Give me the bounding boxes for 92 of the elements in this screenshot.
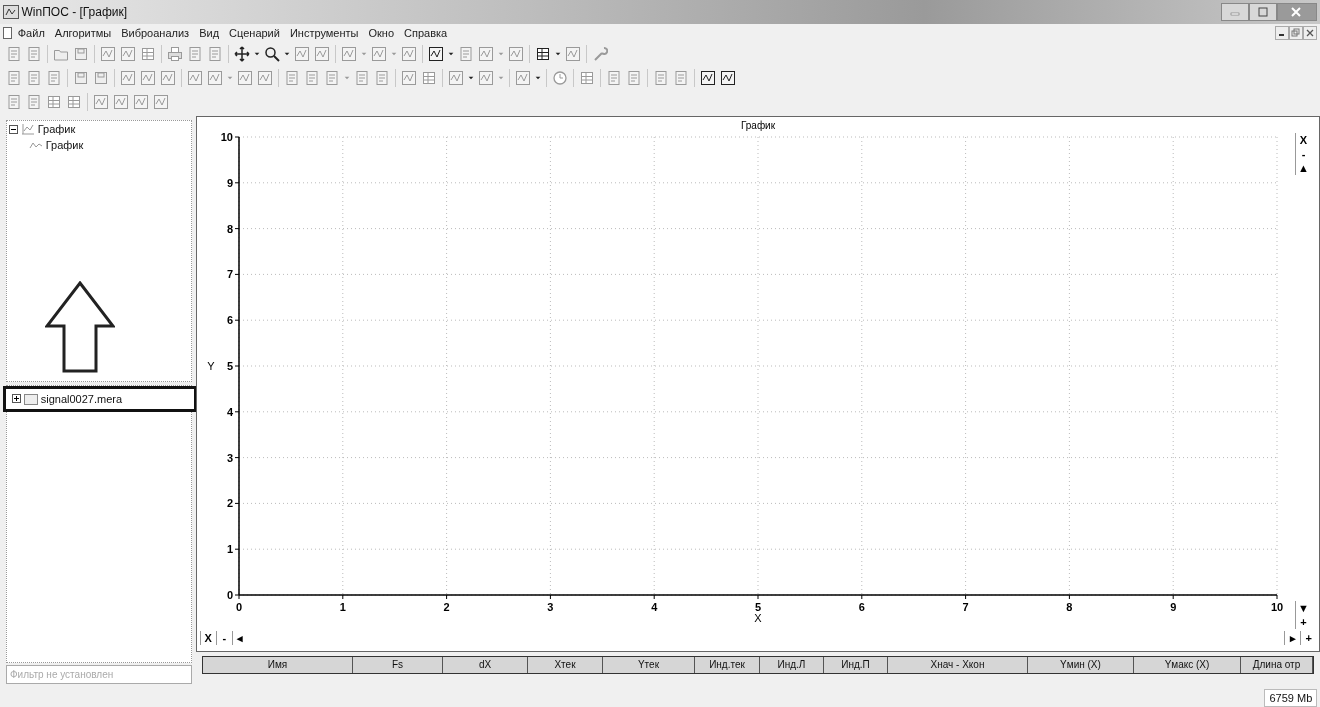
chart-title: График	[740, 120, 776, 131]
y-tick-label: 10	[220, 131, 233, 143]
x-tick-label: 1	[339, 601, 346, 613]
filter-field[interactable]: Фильтр не установлен	[6, 665, 192, 685]
document-icon[interactable]	[304, 70, 320, 86]
x-tick-label: 4	[651, 601, 658, 613]
x-tick-label: 0	[235, 601, 243, 613]
expand-icon[interactable]	[12, 394, 21, 404]
menu-item[interactable]: Алгоритмы	[49, 25, 117, 41]
y-axis-label: Y	[207, 360, 215, 372]
zoom-icon[interactable]	[264, 46, 280, 62]
document-icon[interactable]	[284, 70, 300, 86]
x-tick-label: 9	[1170, 601, 1177, 613]
close-button[interactable]	[1277, 3, 1318, 21]
collapse-icon[interactable]	[9, 124, 18, 134]
column-header[interactable]: Yтек	[603, 657, 695, 673]
waveform-icon[interactable]	[700, 70, 716, 86]
memory-status: 6759 Mb	[1264, 689, 1318, 707]
y-tick-label: 2	[226, 497, 233, 510]
column-header[interactable]: Fs	[353, 657, 443, 673]
column-header[interactable]: dX	[443, 657, 528, 673]
y-tick-label: 8	[226, 222, 233, 235]
menu-item[interactable]: Инструменты	[284, 25, 364, 41]
column-header[interactable]: Имя	[203, 657, 353, 673]
document-icon[interactable]	[26, 94, 42, 110]
move-icon[interactable]	[234, 46, 250, 62]
document-icon[interactable]	[374, 70, 390, 86]
menu-item[interactable]: Справка	[399, 25, 453, 41]
document-icon[interactable]	[6, 46, 22, 62]
column-header[interactable]: Инд.тек	[695, 657, 760, 673]
menu-item[interactable]: Виброанализ	[116, 25, 195, 41]
maximize-icon	[1256, 6, 1271, 18]
column-header[interactable]: Xнач - Xкон	[888, 657, 1028, 673]
menu-item[interactable]: Вид	[194, 25, 225, 41]
document-icon[interactable]	[458, 46, 474, 62]
document-icon[interactable]	[207, 46, 223, 62]
x-tick-label: 7	[962, 601, 969, 613]
document-icon[interactable]	[653, 70, 669, 86]
column-header[interactable]: Инд.Л	[760, 657, 824, 673]
clock-icon[interactable]	[552, 70, 568, 86]
x-tick-label: 5	[754, 601, 762, 613]
x-tick-label: 6	[858, 601, 865, 613]
document-icon[interactable]	[626, 70, 642, 86]
line-chart-icon	[29, 140, 43, 150]
menu-item[interactable]: Сценарий	[224, 25, 285, 41]
y-tick-label: 9	[226, 176, 233, 189]
document-icon[interactable]	[26, 46, 42, 62]
x-axis-label: X	[754, 612, 762, 624]
folder-icon	[24, 392, 38, 405]
window-title: WinПОС - [График]	[21, 4, 128, 21]
table-icon[interactable]	[535, 46, 551, 62]
minimize-button[interactable]	[1275, 26, 1290, 40]
document-icon	[2, 27, 13, 39]
x-tick-label: 2	[443, 601, 450, 613]
document-icon[interactable]	[606, 70, 622, 86]
tree-item[interactable]: График	[45, 138, 84, 152]
x-tick-label: 10	[1270, 601, 1284, 613]
column-header[interactable]: Yмин (X)	[1028, 657, 1134, 673]
close-icon	[1305, 28, 1316, 38]
y-tick-label: 1	[226, 543, 233, 556]
column-header[interactable]: Yмакс (X)	[1134, 657, 1241, 673]
x-tick-label: 8	[1066, 601, 1073, 613]
waveform-icon[interactable]	[720, 70, 736, 86]
document-icon[interactable]	[324, 70, 340, 86]
document-icon[interactable]	[6, 70, 22, 86]
y-tick-label: 7	[226, 268, 233, 281]
chart-icon	[21, 123, 35, 135]
restore-icon	[1291, 28, 1302, 38]
document-icon[interactable]	[187, 46, 203, 62]
y-tick-label: 5	[226, 360, 233, 372]
column-header[interactable]: Инд.П	[824, 657, 888, 673]
document-icon[interactable]	[26, 70, 42, 86]
column-header[interactable]: Длина отр	[1241, 657, 1313, 673]
tree-item[interactable]: График	[37, 122, 76, 136]
document-icon[interactable]	[673, 70, 689, 86]
x-tick-label: 3	[547, 601, 554, 613]
app-icon	[2, 5, 19, 19]
y-tick-label: 4	[226, 405, 233, 418]
y-tick-label: 6	[226, 314, 233, 327]
y-tick-label: 3	[226, 451, 233, 464]
maximize-button[interactable]	[1249, 3, 1278, 21]
y-tick-label: 0	[226, 589, 233, 601]
waveform-icon[interactable]	[428, 46, 444, 62]
menu-item[interactable]: Окно	[363, 25, 400, 41]
menu-item[interactable]: Файл	[12, 25, 50, 41]
document-icon[interactable]	[354, 70, 370, 86]
document-icon[interactable]	[6, 94, 22, 110]
close-button[interactable]	[1303, 26, 1318, 40]
column-header[interactable]: Xтек	[528, 657, 603, 673]
printer-icon[interactable]	[167, 46, 183, 62]
document-icon[interactable]	[46, 70, 62, 86]
wrench-icon[interactable]	[592, 46, 608, 62]
